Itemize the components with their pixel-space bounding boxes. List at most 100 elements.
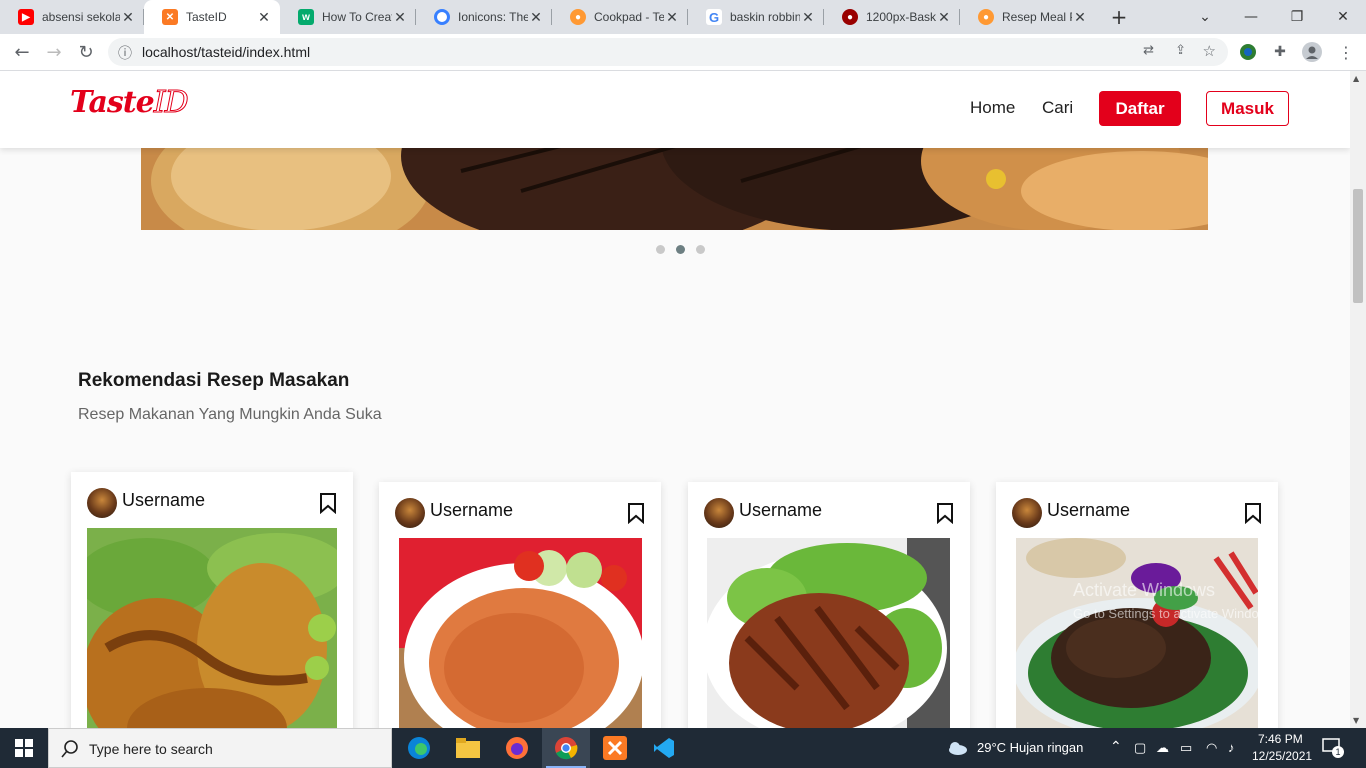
browser-tab[interactable]: ● Resep Meal P ✕ <box>960 0 1096 34</box>
tray-meet-icon[interactable]: ▢ <box>1134 740 1146 756</box>
recipe-image[interactable] <box>399 538 642 728</box>
info-icon[interactable]: ⓘ <box>118 43 132 63</box>
tab-title: 1200px-Baskin <box>866 10 936 24</box>
daftar-button[interactable]: Daftar <box>1099 91 1181 126</box>
start-button[interactable] <box>0 728 48 768</box>
recipe-card[interactable]: Username <box>996 482 1278 728</box>
tray-battery-icon[interactable]: ▭ <box>1180 740 1192 756</box>
tray-volume-icon[interactable]: ♪ <box>1228 740 1235 755</box>
page-scrollbar[interactable]: ▲ ▼ <box>1350 71 1366 728</box>
notification-center-icon[interactable]: 1 <box>1322 738 1344 758</box>
chrome-icon[interactable] <box>542 728 590 768</box>
windows-taskbar: Type here to search 29°C Hujan ringan ⌃ … <box>0 728 1366 768</box>
section-subtitle: Resep Makanan Yang Mungkin Anda Suka <box>78 406 382 423</box>
scroll-down-icon[interactable]: ▼ <box>1353 716 1359 725</box>
maximize-button[interactable]: ❐ <box>1274 0 1320 34</box>
nav-cari-link[interactable]: Cari <box>1042 98 1073 118</box>
close-tab-icon[interactable]: ✕ <box>936 9 952 26</box>
xampp-icon[interactable] <box>591 728 639 768</box>
extensions-puzzle-icon[interactable]: ✚ <box>1270 42 1290 62</box>
forward-button[interactable]: → <box>40 38 68 66</box>
avatar <box>87 488 117 518</box>
bookmark-icon[interactable] <box>1244 502 1262 524</box>
browser-tab[interactable]: w How To Create ✕ <box>280 0 416 34</box>
scroll-up-icon[interactable]: ▲ <box>1353 74 1359 83</box>
wikimedia-icon: ● <box>842 9 858 25</box>
carousel-dot[interactable] <box>656 245 665 254</box>
bookmark-star-icon[interactable]: ☆ <box>1203 42 1216 60</box>
browser-toolbar: ← → ↻ ⓘ localhost/tasteid/index.html ⇄ ⇪… <box>0 34 1366 71</box>
card-username[interactable]: Username <box>739 500 822 521</box>
share-icon[interactable]: ⇪ <box>1175 43 1186 58</box>
translate-icon[interactable]: ⇄ <box>1143 43 1154 58</box>
recipe-image[interactable] <box>87 528 337 728</box>
close-tab-icon[interactable]: ✕ <box>1072 9 1088 26</box>
browser-tab[interactable]: ▶ absensi sekolah ✕ <box>0 0 144 34</box>
back-button[interactable]: ← <box>8 38 36 66</box>
tab-title: absensi sekolah <box>42 10 120 24</box>
tray-onedrive-icon[interactable]: ☁ <box>1156 740 1169 756</box>
weather-cloud-icon[interactable] <box>946 740 968 756</box>
chrome-menu-icon[interactable]: ⋮ <box>1336 42 1356 62</box>
search-icon <box>61 740 78 758</box>
browser-tab[interactable]: G baskin robbins ✕ <box>688 0 824 34</box>
tab-title: baskin robbins <box>730 10 800 24</box>
extension-globe-icon[interactable] <box>1238 42 1258 62</box>
google-icon: G <box>706 9 722 25</box>
scrollbar-thumb[interactable] <box>1353 189 1363 303</box>
tray-wifi-icon[interactable]: ◠ <box>1206 740 1217 756</box>
close-tab-icon[interactable]: ✕ <box>256 9 272 26</box>
bookmark-icon[interactable] <box>936 502 954 524</box>
card-username[interactable]: Username <box>430 500 513 521</box>
recipe-card[interactable]: Username <box>379 482 661 728</box>
file-explorer-icon[interactable] <box>444 728 492 768</box>
carousel-dot[interactable] <box>696 245 705 254</box>
close-tab-icon[interactable]: ✕ <box>664 9 680 26</box>
masuk-button[interactable]: Masuk <box>1206 91 1289 126</box>
edge-icon[interactable] <box>395 728 443 768</box>
minimize-button[interactable]: — <box>1228 0 1274 34</box>
close-tab-icon[interactable]: ✕ <box>800 9 816 26</box>
reload-button[interactable]: ↻ <box>72 38 100 66</box>
new-tab-button[interactable]: + <box>1096 0 1142 34</box>
browser-tab-strip: ▶ absensi sekolah ✕ ✕ TasteID ✕ w How To… <box>0 0 1366 34</box>
bookmark-icon[interactable] <box>319 492 337 514</box>
avatar <box>1012 498 1042 528</box>
clock-date[interactable]: 12/25/2021 <box>1252 749 1312 763</box>
clock-time[interactable]: 7:46 PM <box>1258 732 1303 746</box>
firefox-icon[interactable] <box>493 728 541 768</box>
browser-tab[interactable]: Ionicons: The ✕ <box>416 0 552 34</box>
cookpad-icon: ● <box>570 9 586 25</box>
browser-tab-active[interactable]: ✕ TasteID ✕ <box>144 0 280 34</box>
close-window-button[interactable]: ✕ <box>1320 0 1366 34</box>
url-text: localhost/tasteid/index.html <box>142 44 311 60</box>
recipe-card[interactable]: Username <box>688 482 970 728</box>
card-username[interactable]: Username <box>1047 500 1130 521</box>
card-username[interactable]: Username <box>122 490 205 511</box>
avatar <box>395 498 425 528</box>
recipe-image[interactable] <box>707 538 950 728</box>
w3schools-icon: w <box>298 9 314 25</box>
windows-logo-icon <box>15 739 33 757</box>
close-tab-icon[interactable]: ✕ <box>528 9 544 26</box>
site-logo[interactable]: TasteID <box>70 85 189 121</box>
profile-avatar-icon[interactable] <box>1302 42 1322 62</box>
recipe-card[interactable]: Username <box>71 472 353 728</box>
close-tab-icon[interactable]: ✕ <box>392 9 408 26</box>
vscode-icon[interactable] <box>640 728 688 768</box>
tab-search-icon[interactable]: ⌄ <box>1182 0 1228 34</box>
tray-chevron-up-icon[interactable]: ⌃ <box>1110 738 1122 755</box>
tab-title: Resep Meal P <box>1002 10 1072 24</box>
close-tab-icon[interactable]: ✕ <box>120 9 136 26</box>
taskbar-search[interactable]: Type here to search <box>48 728 392 768</box>
browser-tab[interactable]: ● 1200px-Baskin ✕ <box>824 0 960 34</box>
avatar <box>704 498 734 528</box>
recipe-image[interactable] <box>1016 538 1258 728</box>
nav-home-link[interactable]: Home <box>970 98 1015 118</box>
tab-title: Cookpad - Te <box>594 10 664 24</box>
browser-tab[interactable]: ● Cookpad - Te ✕ <box>552 0 688 34</box>
address-bar[interactable]: ⓘ localhost/tasteid/index.html ⇄ ⇪ ☆ <box>108 38 1228 66</box>
weather-text[interactable]: 29°C Hujan ringan <box>977 740 1083 755</box>
carousel-dot-active[interactable] <box>676 245 685 254</box>
bookmark-icon[interactable] <box>627 502 645 524</box>
